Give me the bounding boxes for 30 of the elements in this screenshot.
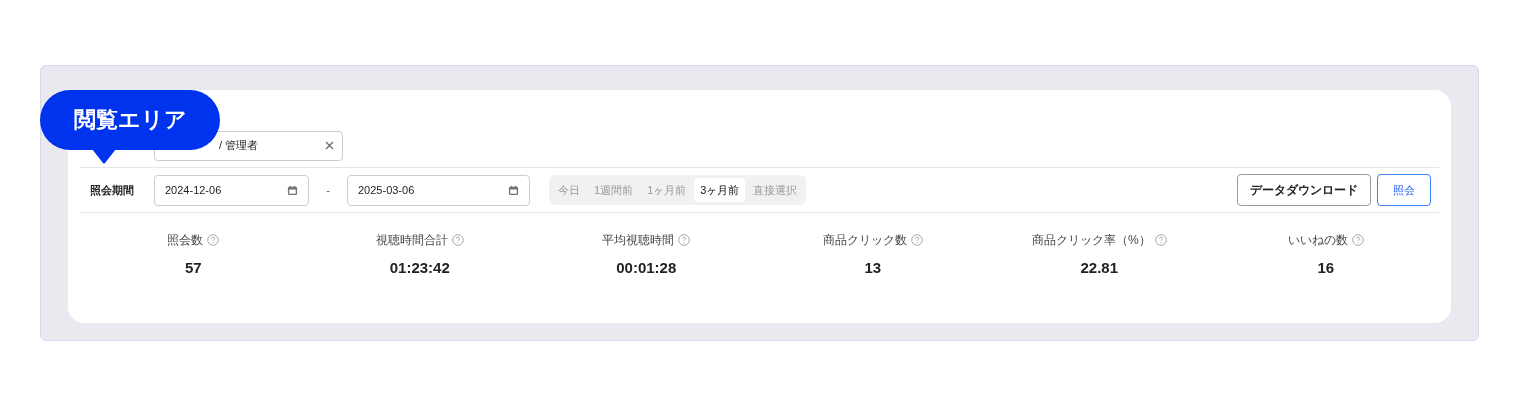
close-icon[interactable] [325,141,334,150]
date-separator: - [325,182,331,198]
stat-value: 16 [1317,258,1335,278]
stat-label: いいねの数 [1287,232,1348,249]
end-date-field[interactable]: 2025-03-06 [347,174,530,206]
help-icon[interactable] [207,234,220,246]
period-label: 照会期間 [89,182,135,198]
help-icon[interactable] [451,234,464,246]
tooltip-pointer-icon [92,149,116,164]
download-button[interactable]: データダウンロード [1237,174,1371,206]
calendar-icon [287,184,298,196]
help-icon[interactable] [1154,234,1167,246]
stat-value: 01:23:42 [389,258,450,278]
help-icon[interactable] [1351,234,1364,246]
start-date-field[interactable]: 2024-12-06 [154,174,309,206]
stat-value: 00:01:28 [616,258,677,278]
search-button[interactable]: 照会 [1377,174,1431,206]
stat-label: 照会数 [167,232,204,249]
stat-value: 22.81 [1080,258,1118,278]
help-icon[interactable] [678,234,691,246]
stat-label: 平均視聴時間 [602,232,675,249]
stat-value: 57 [184,258,202,278]
stat-label: 視聴時間合計 [375,232,448,249]
stat-label: 商品クリック率（%） [1031,232,1151,249]
preset-tab[interactable]: 3ヶ月前 [694,178,746,202]
help-icon[interactable] [910,234,923,246]
calendar-icon [508,184,519,196]
callout-tooltip: 閲覧エリア [40,90,220,164]
stat-label: 商品クリック数 [822,232,907,249]
stat-value: 13 [864,258,882,278]
